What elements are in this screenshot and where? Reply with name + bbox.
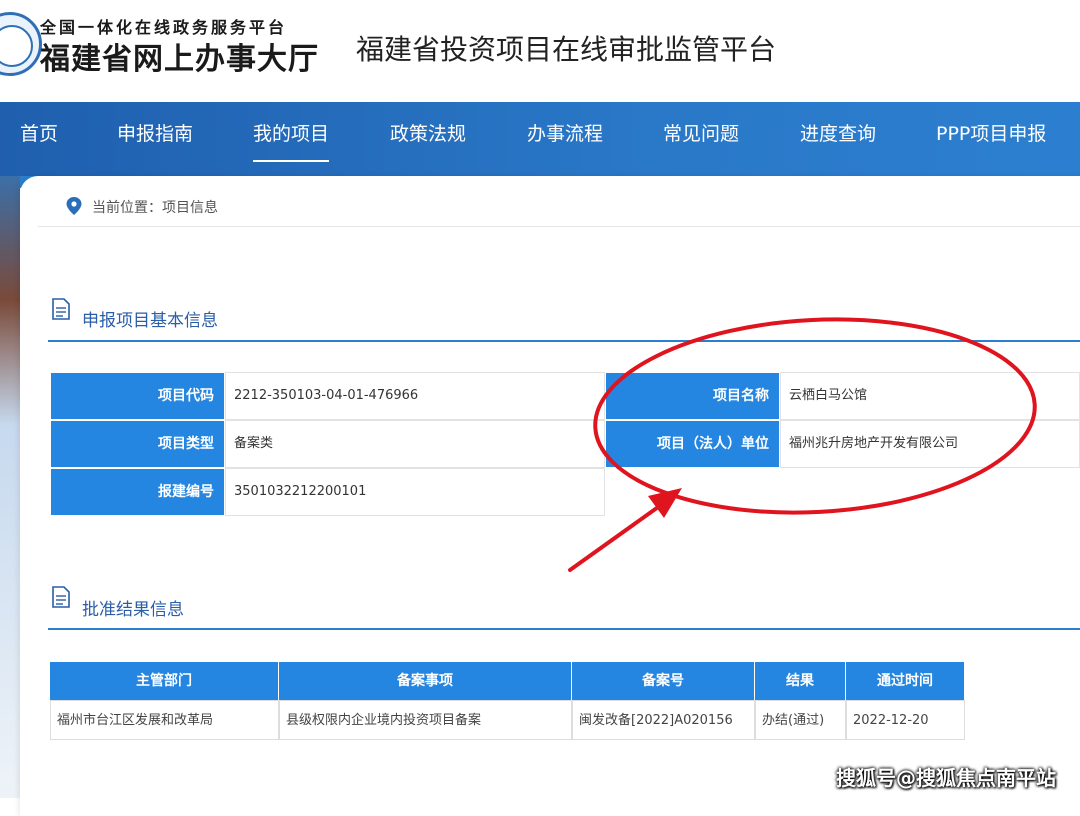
section-divider	[48, 628, 1080, 630]
logo-emblem-icon[interactable]	[0, 12, 42, 76]
value-project-type: 备案类	[225, 420, 605, 468]
nav-item-faq[interactable]: 常见问题	[663, 102, 739, 176]
section-title-basic-info: 申报项目基本信息	[82, 311, 218, 331]
breadcrumb: 当前位置：项目信息	[92, 200, 218, 216]
value-project-name: 云栖白马公馆	[780, 372, 1080, 420]
table-cell-pass-time: 2022-12-20	[846, 700, 965, 740]
table-cell-filing-number: 闽发改备[2022]A020156	[572, 700, 755, 740]
nav-item-guide[interactable]: 申报指南	[117, 102, 193, 176]
document-icon	[52, 298, 70, 320]
section-title-approval: 批准结果信息	[82, 600, 184, 620]
location-pin-icon	[66, 197, 82, 215]
site-header: 全国一体化在线政务服务平台 福建省网上办事大厅 福建省投资项目在线审批监管平台	[0, 0, 1080, 102]
label-project-code: 项目代码	[50, 372, 225, 420]
value-project-entity: 福州兆升房地产开发有限公司	[780, 420, 1080, 468]
column-header-department: 主管部门	[50, 662, 279, 700]
column-header-pass-time: 通过时间	[846, 662, 965, 700]
nav-item-process[interactable]: 办事流程	[527, 102, 603, 176]
nav-item-ppp[interactable]: PPP项目申报	[936, 102, 1046, 176]
watermark: 搜狐号@搜狐焦点南平站	[836, 766, 1056, 790]
value-project-code: 2212-350103-04-01-476966	[225, 372, 605, 420]
nav-item-home[interactable]: 首页	[20, 102, 58, 176]
label-build-number: 报建编号	[50, 468, 225, 516]
section-divider	[48, 340, 1080, 342]
table-cell-filing-item: 县级权限内企业境内投资项目备案	[279, 700, 572, 740]
value-build-number: 3501032212200101	[225, 468, 605, 516]
nav-item-progress[interactable]: 进度查询	[800, 102, 876, 176]
nav-item-my-projects[interactable]: 我的项目	[253, 102, 330, 176]
document-icon	[52, 586, 70, 608]
main-nav: 首页 申报指南 我的项目 政策法规 办事流程 常见问题 进度查询 PPP项目申报	[0, 102, 1080, 176]
column-header-filing-number: 备案号	[572, 662, 755, 700]
column-header-filing-item: 备案事项	[279, 662, 572, 700]
label-project-name: 项目名称	[605, 372, 780, 420]
table-cell-department: 福州市台江区发展和改革局	[50, 700, 279, 740]
label-project-entity: 项目（法人）单位	[605, 420, 780, 468]
column-header-result: 结果	[755, 662, 846, 700]
table-cell-result: 办结(通过)	[755, 700, 846, 740]
logo-title[interactable]: 福建省网上办事大厅	[40, 34, 319, 78]
breadcrumb-divider	[38, 226, 1080, 227]
platform-title: 福建省投资项目在线审批监管平台	[356, 33, 777, 66]
nav-item-policies[interactable]: 政策法规	[390, 102, 466, 176]
side-background	[0, 176, 20, 798]
label-project-type: 项目类型	[50, 420, 225, 468]
